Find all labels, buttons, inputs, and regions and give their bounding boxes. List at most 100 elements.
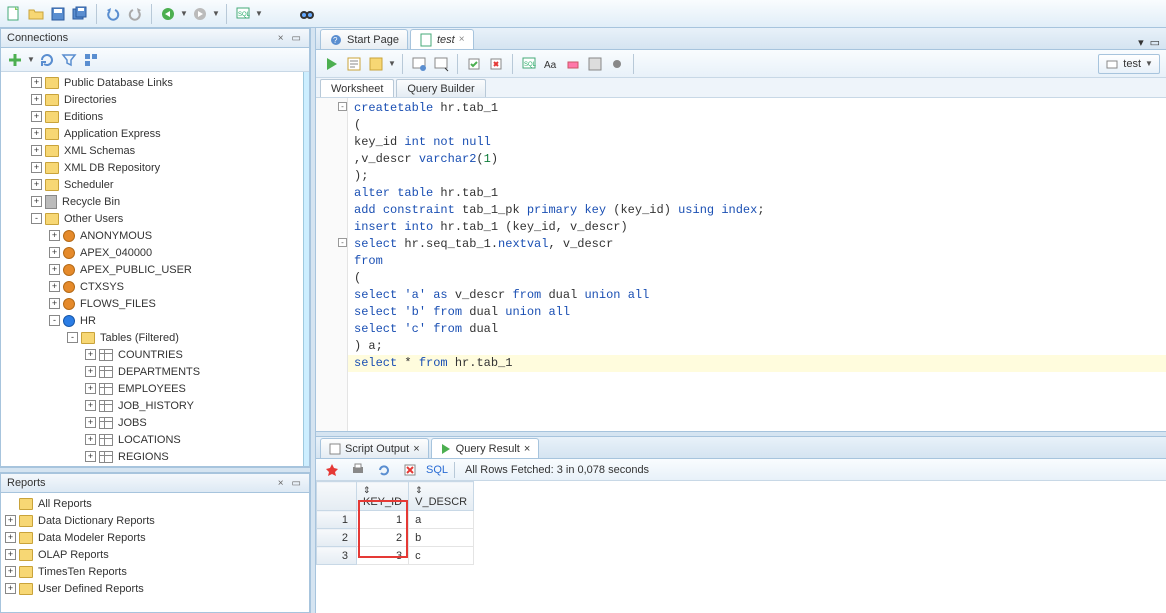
code-editor[interactable]: -- createtable hr.tab_1(key_id int not n… xyxy=(316,98,1166,431)
tab-test[interactable]: test × xyxy=(410,29,474,49)
expand-toggle[interactable]: + xyxy=(85,383,96,394)
explain-plan-button[interactable] xyxy=(366,54,386,74)
reports-minimize-icon[interactable]: ▭ xyxy=(290,478,303,489)
expand-toggle[interactable]: + xyxy=(49,281,60,292)
autotrace-button[interactable] xyxy=(409,54,429,74)
panel-close-icon[interactable]: × xyxy=(276,33,286,44)
expand-toggle[interactable]: + xyxy=(85,400,96,411)
explain-dropdown[interactable]: ▼ xyxy=(388,59,396,68)
save-all-button[interactable] xyxy=(70,4,90,24)
expand-toggle[interactable]: + xyxy=(85,417,96,428)
expand-toggle[interactable]: + xyxy=(5,549,16,560)
tree-node[interactable]: +CTXSYS xyxy=(1,278,309,295)
expand-tree-button[interactable] xyxy=(81,50,101,70)
sub-tab-query-builder[interactable]: Query Builder xyxy=(396,79,485,97)
expand-toggle[interactable]: + xyxy=(5,532,16,543)
expand-toggle[interactable]: + xyxy=(31,196,42,207)
tree-node[interactable]: +JOBS xyxy=(1,414,309,431)
tab-start-page[interactable]: ? Start Page xyxy=(320,29,408,49)
tree-node[interactable]: +APEX_040000 xyxy=(1,244,309,261)
expand-toggle[interactable]: + xyxy=(31,77,42,88)
tree-node[interactable]: +TimesTen Reports xyxy=(1,563,309,580)
sql-dropdown[interactable]: ▼ xyxy=(255,9,263,18)
panel-minimize-icon[interactable]: ▭ xyxy=(290,33,303,44)
tree-node[interactable]: +DEPARTMENTS xyxy=(1,363,309,380)
new-connection-button[interactable] xyxy=(5,50,25,70)
tree-node[interactable]: +FLOWS_FILES xyxy=(1,295,309,312)
connections-tree[interactable]: +Public Database Links+Directories+Editi… xyxy=(1,72,309,466)
tree-node[interactable]: +User Defined Reports xyxy=(1,580,309,597)
expand-toggle[interactable]: + xyxy=(85,349,96,360)
cancel-result-button[interactable] xyxy=(400,460,420,480)
tree-node[interactable]: +REGIONS xyxy=(1,448,309,465)
new-conn-dropdown[interactable]: ▼ xyxy=(27,55,35,64)
sql-tuning-button[interactable] xyxy=(431,54,451,74)
refresh-result-button[interactable] xyxy=(374,460,394,480)
result-grid[interactable]: ⇕ KEY_ID ⇕ V_DESCR 11a22b33c xyxy=(316,481,1166,613)
tree-node[interactable]: +OLAP Reports xyxy=(1,546,309,563)
print-result-button[interactable] xyxy=(348,460,368,480)
back-dropdown[interactable]: ▼ xyxy=(180,9,188,18)
unshared-worksheet-button[interactable]: SQL xyxy=(519,54,539,74)
tree-node[interactable]: +EMPLOYEES xyxy=(1,380,309,397)
expand-toggle[interactable]: - xyxy=(31,213,42,224)
table-row[interactable]: 22b xyxy=(317,529,474,547)
tree-node[interactable]: -Tables (Filtered) xyxy=(1,329,309,346)
expand-toggle[interactable]: + xyxy=(49,298,60,309)
run-statement-button[interactable] xyxy=(322,54,342,74)
tree-scrollbar[interactable] xyxy=(303,72,309,466)
to-uppercase-button[interactable]: Aa xyxy=(541,54,561,74)
table-row[interactable]: 11a xyxy=(317,511,474,529)
sql-history-button[interactable] xyxy=(585,54,605,74)
open-file-button[interactable] xyxy=(26,4,46,24)
expand-toggle[interactable]: + xyxy=(5,583,16,594)
fold-toggle[interactable]: - xyxy=(338,102,347,111)
tree-node[interactable]: +JOB_HISTORY xyxy=(1,397,309,414)
tree-node[interactable]: +XML DB Repository xyxy=(1,159,309,176)
back-button[interactable] xyxy=(158,4,178,24)
column-header[interactable]: ⇕ KEY_ID xyxy=(357,482,409,511)
table-row[interactable]: 33c xyxy=(317,547,474,565)
tree-node[interactable]: +Recycle Bin xyxy=(1,193,309,210)
sql-link[interactable]: SQL xyxy=(426,464,448,476)
undo-button[interactable] xyxy=(103,4,123,24)
rollback-button[interactable] xyxy=(486,54,506,74)
tree-node[interactable]: +Public Database Links xyxy=(1,74,309,91)
binoculars-button[interactable] xyxy=(297,4,317,24)
expand-toggle[interactable]: + xyxy=(49,247,60,258)
tree-node[interactable]: +Editions xyxy=(1,108,309,125)
close-tab-icon[interactable]: × xyxy=(524,443,530,455)
tree-node[interactable]: +Data Dictionary Reports xyxy=(1,512,309,529)
sql-worksheet-button[interactable]: SQL xyxy=(233,4,253,24)
expand-toggle[interactable]: + xyxy=(5,566,16,577)
column-header[interactable]: ⇕ V_DESCR xyxy=(409,482,474,511)
close-tab-icon[interactable]: × xyxy=(459,34,465,45)
expand-toggle[interactable]: + xyxy=(5,515,16,526)
forward-button[interactable] xyxy=(190,4,210,24)
tree-node[interactable]: +Directories xyxy=(1,91,309,108)
reports-close-icon[interactable]: × xyxy=(276,478,286,489)
expand-toggle[interactable]: - xyxy=(67,332,78,343)
run-script-button[interactable] xyxy=(344,54,364,74)
expand-toggle[interactable]: + xyxy=(31,111,42,122)
new-file-button[interactable] xyxy=(4,4,24,24)
clear-button[interactable] xyxy=(563,54,583,74)
expand-toggle[interactable]: + xyxy=(31,179,42,190)
maximize-editor-icon[interactable]: ▭ xyxy=(1148,36,1162,49)
pin-result-button[interactable] xyxy=(322,460,342,480)
expand-toggle[interactable]: + xyxy=(85,434,96,445)
tab-query-result[interactable]: Query Result × xyxy=(431,438,540,458)
connection-selector[interactable]: test ▼ xyxy=(1098,54,1160,74)
expand-toggle[interactable]: + xyxy=(31,128,42,139)
tree-node[interactable]: +LOCATIONS xyxy=(1,431,309,448)
expand-toggle[interactable]: + xyxy=(31,145,42,156)
tree-node[interactable]: -HR xyxy=(1,312,309,329)
close-tab-icon[interactable]: × xyxy=(413,443,419,455)
expand-toggle[interactable]: + xyxy=(31,162,42,173)
tree-node[interactable]: +APEX_PUBLIC_USER xyxy=(1,261,309,278)
tab-script-output[interactable]: Script Output × xyxy=(320,438,429,458)
save-button[interactable] xyxy=(48,4,68,24)
forward-dropdown[interactable]: ▼ xyxy=(212,9,220,18)
tree-node[interactable]: +Data Modeler Reports xyxy=(1,529,309,546)
fold-toggle[interactable]: - xyxy=(338,238,347,247)
